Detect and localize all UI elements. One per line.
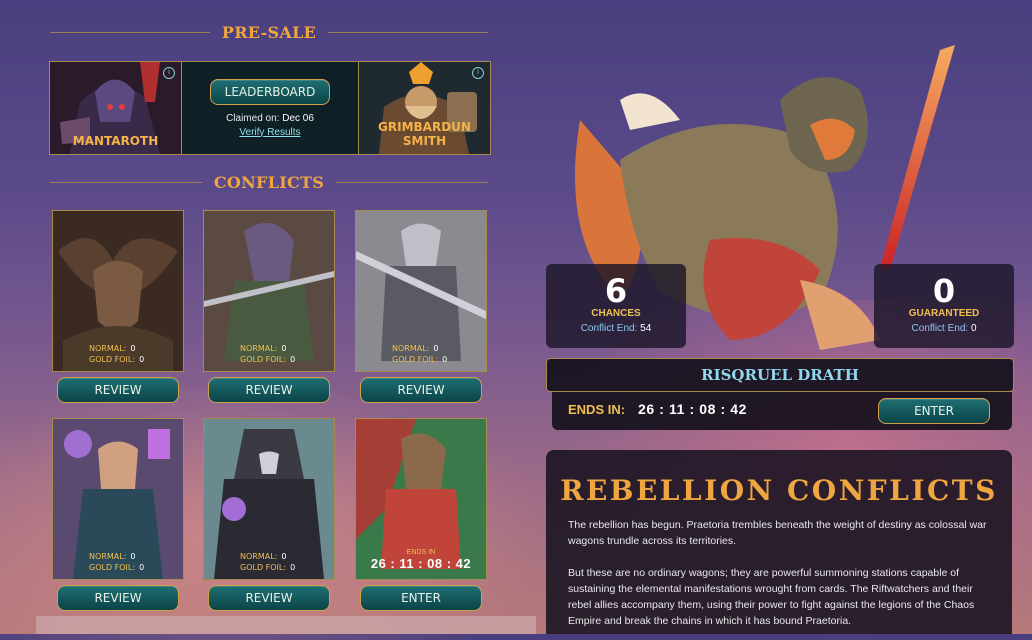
conflicts-header: CONFLICTS [50, 172, 489, 192]
review-button[interactable]: REVIEW [57, 377, 179, 403]
chances-value: 6 [604, 272, 628, 310]
card-stats: NORMAL: 0 GOLD FOIL: 0 [240, 552, 296, 572]
guaranteed-value: 0 [932, 272, 956, 310]
leaderboard-button[interactable]: LEADERBOARD [210, 78, 330, 105]
enter-button[interactable]: ENTER [360, 585, 482, 611]
ends-in-value: 26 : 11 : 08 : 42 [370, 556, 472, 571]
presale-card-right[interactable]: i GRIMBARDUN SMITH [359, 62, 490, 154]
info-icon[interactable]: i [163, 67, 175, 79]
info-paragraph-2: But these are no ordinary wagons; they a… [568, 567, 975, 627]
card-stats: NORMAL: 0 GOLD FOIL: 0 [89, 344, 145, 364]
chances-box: 6 CHANCES Conflict End: 54 [546, 264, 686, 348]
conflict-card[interactable]: NORMAL: 0 GOLD FOIL: 0 [203, 210, 335, 372]
review-button[interactable]: REVIEW [57, 585, 179, 611]
presale-header: PRE-SALE [50, 22, 488, 42]
guaranteed-label: GUARANTEED [908, 308, 980, 319]
ends-in-label: ENDS IN: [568, 402, 626, 417]
ends-in-label: ENDS IN [406, 549, 436, 556]
ends-in-countdown: 26 : 11 : 08 : 42 [638, 401, 748, 417]
review-button[interactable]: REVIEW [360, 377, 482, 403]
rebellion-info-panel: REBELLION CONFLICTS The rebellion has be… [546, 450, 1012, 634]
claimed-date: Dec 06 [282, 112, 314, 124]
card-stats: NORMAL: 0 GOLD FOIL: 0 [240, 344, 296, 364]
claimed-text: Claimed on: Dec 06 [226, 113, 314, 124]
chances-sub: Conflict End: 54 [580, 323, 652, 334]
bottom-strip [36, 616, 536, 634]
presale-center: LEADERBOARD Claimed on: Dec 06 Verify Re… [181, 62, 359, 154]
guaranteed-sub: Conflict End: 0 [911, 323, 977, 334]
info-paragraph-1: The rebellion has begun. Praetoria tremb… [568, 519, 987, 547]
presale-title: PRE-SALE [221, 22, 317, 42]
chances-label: CHANCES [591, 308, 641, 319]
card-stats: NORMAL: 0 GOLD FOIL: 0 [392, 344, 448, 364]
info-icon[interactable]: i [472, 67, 484, 79]
enter-button[interactable]: ENTER [878, 398, 990, 424]
card-countdown: ENDS IN 26 : 11 : 08 : 42 [356, 549, 486, 571]
presale-right-name: GRIMBARDUN SMITH [378, 120, 471, 148]
card-stats: NORMAL: 0 GOLD FOIL: 0 [89, 552, 145, 572]
presale-panel: i MANTAROTH LEADERBOARD Claimed on: Dec … [49, 61, 491, 155]
verify-results-link[interactable]: Verify Results [239, 127, 300, 138]
presale-card-left[interactable]: i MANTAROTH [50, 62, 181, 154]
claimed-label: Claimed on: [226, 112, 280, 124]
conflict-card-active[interactable]: ENDS IN 26 : 11 : 08 : 42 [355, 418, 487, 580]
conflicts-title: CONFLICTS [213, 172, 325, 192]
conflict-card[interactable]: NORMAL: 0 GOLD FOIL: 0 [355, 210, 487, 372]
review-button[interactable]: REVIEW [208, 377, 330, 403]
review-button[interactable]: REVIEW [208, 585, 330, 611]
conflict-card[interactable]: NORMAL: 0 GOLD FOIL: 0 [52, 418, 184, 580]
boss-name: RISQRUEL DRATH [546, 358, 1014, 392]
conflict-card[interactable]: NORMAL: 0 GOLD FOIL: 0 [203, 418, 335, 580]
conflict-card[interactable]: NORMAL: 0 GOLD FOIL: 0 [52, 210, 184, 372]
boss-timer-bar: ENDS IN: 26 : 11 : 08 : 42 ENTER [552, 392, 1012, 430]
info-title: REBELLION CONFLICTS [560, 474, 998, 507]
guaranteed-box: 0 GUARANTEED Conflict End: 0 [874, 264, 1014, 348]
presale-left-name: MANTAROTH [72, 134, 159, 148]
